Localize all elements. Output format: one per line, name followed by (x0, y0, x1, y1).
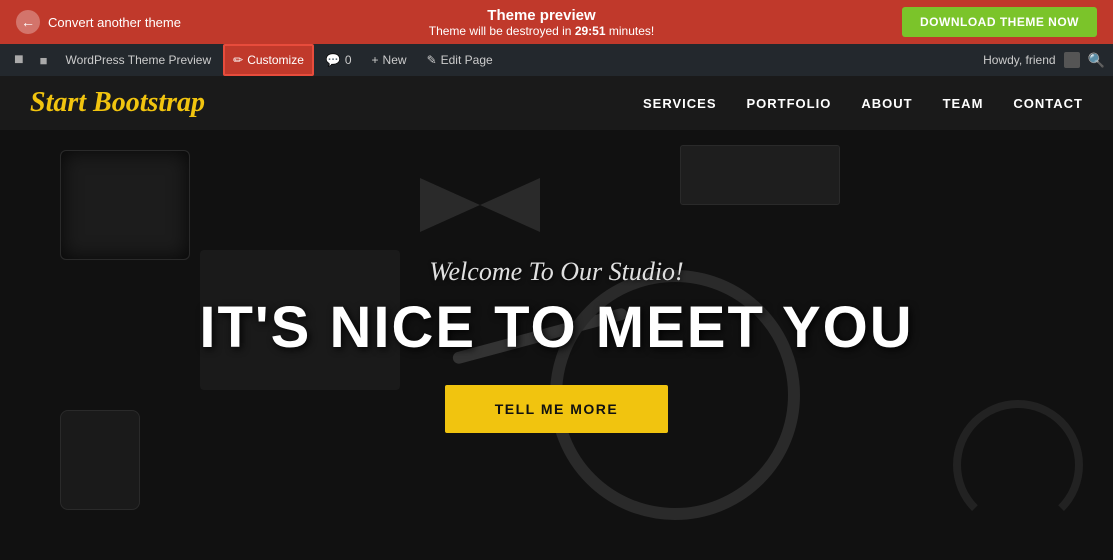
hero-cta-button[interactable]: TELL ME MORE (445, 385, 669, 433)
hero-subtitle: Welcome To Our Studio! (199, 257, 913, 287)
hero-section: Welcome To Our Studio! IT'S NICE TO MEET… (0, 130, 1113, 560)
theme-preview-item[interactable]: WordPress Theme Preview (58, 44, 220, 76)
nav-links: SERVICES PORTFOLIO ABOUT TEAM CONTACT (643, 96, 1083, 111)
wp-admin-bar-left: ■ ■ WordPress Theme Preview ✏ Customize … (8, 44, 501, 76)
nav-about[interactable]: ABOUT (861, 96, 912, 111)
back-icon[interactable]: ← (16, 10, 40, 34)
nav-team[interactable]: TEAM (943, 96, 984, 111)
nav-services[interactable]: SERVICES (643, 96, 717, 111)
edit-icon: ✎ (427, 53, 437, 67)
banner-subtitle: Theme will be destroyed in 29:51 minutes… (429, 24, 654, 38)
nav-contact[interactable]: CONTACT (1013, 96, 1083, 111)
hero-content: Welcome To Our Studio! IT'S NICE TO MEET… (199, 257, 913, 433)
banner-center: Theme preview Theme will be destroyed in… (429, 7, 654, 38)
wp-icon[interactable]: ■ (8, 51, 30, 69)
pencil-icon: ✏ (233, 53, 243, 67)
avatar (1064, 52, 1080, 68)
site-nav: Start Bootstrap SERVICES PORTFOLIO ABOUT… (0, 76, 1113, 130)
banner-left: ← Convert another theme (16, 10, 181, 34)
hero-title: IT'S NICE TO MEET YOU (199, 299, 913, 357)
search-icon[interactable]: 🔍 (1088, 52, 1105, 69)
edit-page-item[interactable]: ✎ Edit Page (419, 44, 501, 76)
wallet-item (60, 150, 190, 260)
comment-icon: 💬 (326, 53, 341, 67)
site-icon[interactable]: ■ (34, 53, 54, 68)
wp-admin-bar-right: Howdy, friend 🔍 (983, 52, 1105, 69)
comments-item[interactable]: 💬 0 (318, 44, 360, 76)
download-button[interactable]: DOWNLOAD THEME NOW (902, 7, 1097, 37)
customize-button[interactable]: ✏ Customize (223, 44, 314, 76)
convert-label[interactable]: Convert another theme (48, 15, 181, 30)
site-logo[interactable]: Start Bootstrap (30, 87, 205, 119)
countdown: 29:51 (575, 24, 606, 38)
bowtie-item (420, 160, 540, 250)
phone-item (60, 410, 140, 510)
headphone-item (953, 400, 1083, 530)
book-item (680, 145, 840, 205)
new-item[interactable]: + New (364, 44, 415, 76)
nav-portfolio[interactable]: PORTFOLIO (747, 96, 832, 111)
banner-title: Theme preview (429, 7, 654, 24)
plus-icon: + (372, 53, 379, 67)
banner-right: DOWNLOAD THEME NOW (902, 7, 1097, 37)
top-banner: ← Convert another theme Theme preview Th… (0, 0, 1113, 44)
howdy-label: Howdy, friend (983, 53, 1055, 67)
wp-admin-bar: ■ ■ WordPress Theme Preview ✏ Customize … (0, 44, 1113, 76)
